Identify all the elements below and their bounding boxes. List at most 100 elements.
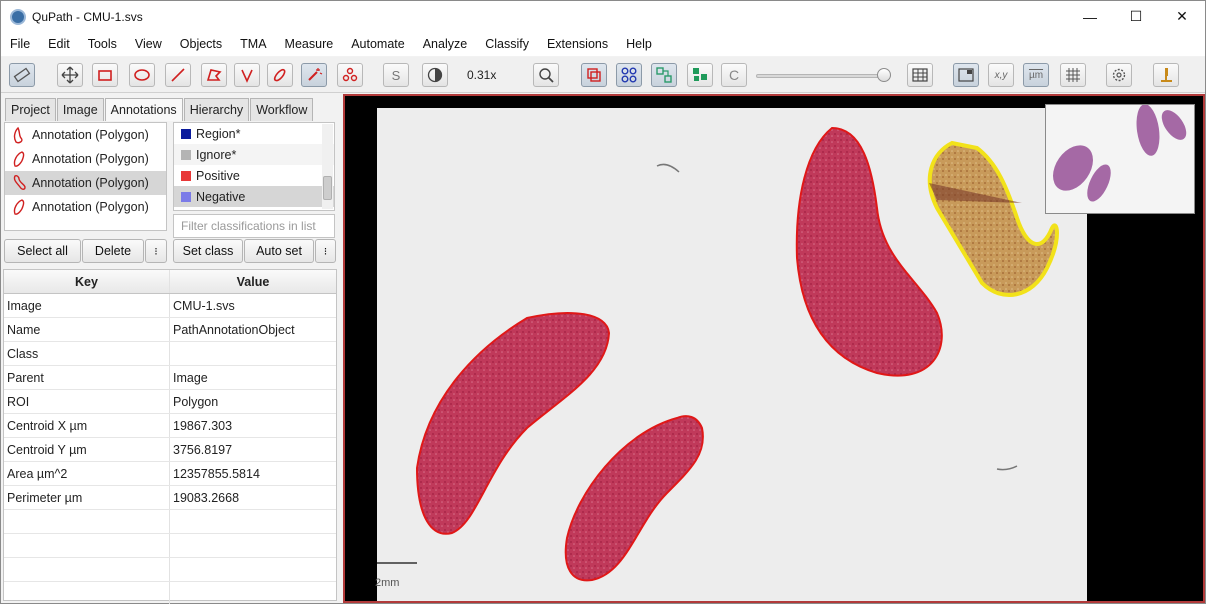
polyline-tool-button[interactable] [234,63,260,87]
set-class-button[interactable]: Set class [173,239,243,263]
menu-help[interactable]: Help [626,37,652,51]
analysis-pane: Project Image Annotations Hierarchy Work… [1,94,339,604]
minimize-button[interactable]: — [1067,1,1113,32]
window-title: QuPath - CMU-1.svs [32,9,143,24]
slide-image[interactable] [377,108,1087,601]
menu-measure[interactable]: Measure [285,37,334,51]
show-detections-button[interactable] [651,63,677,87]
auto-set-button[interactable]: Auto set [244,239,314,263]
value-column-header[interactable]: Value [170,270,336,293]
overview-thumbnail[interactable] [1045,104,1195,214]
annotation-list-item[interactable]: Annotation (Polygon) [5,195,166,219]
tab-project[interactable]: Project [5,98,56,121]
menu-analyze[interactable]: Analyze [423,37,467,51]
scrollbar-thumb[interactable] [323,176,332,200]
annotation-polygon[interactable] [564,415,704,582]
key-column-header[interactable]: Key [4,270,170,293]
value-cell: 12357855.5814 [173,466,260,481]
move-tool-button[interactable] [57,63,83,87]
value-cell: 19083.2668 [173,490,240,505]
zoom-to-fit-button[interactable] [533,63,559,87]
polygon-annotation-icon [13,199,25,215]
show-connections-button[interactable]: C [721,63,747,87]
class-item-negative[interactable]: Negative [174,186,334,207]
slide-debris [996,465,1018,471]
menu-file[interactable]: File [10,37,30,51]
class-item-region[interactable]: Region* [174,123,334,144]
menu-extensions[interactable]: Extensions [547,37,608,51]
selection-mode-button[interactable]: S [383,63,409,87]
line-tool-button[interactable] [165,63,191,87]
table-icon [912,68,928,82]
tab-annotations[interactable]: Annotations [104,98,183,121]
tab-hierarchy[interactable]: Hierarchy [183,98,250,121]
value-cell [170,342,336,365]
show-grid-button[interactable] [1060,63,1086,87]
menu-classify[interactable]: Classify [485,37,529,51]
qupath-app-icon [10,8,26,25]
wand-tool-button[interactable] [301,63,327,87]
show-overview-button[interactable] [953,63,979,87]
menu-tools[interactable]: Tools [88,37,117,51]
delete-button[interactable]: Delete [82,239,144,263]
opacity-slider-handle[interactable] [877,68,891,82]
annotation-list-item[interactable]: Annotation (Polygon) [5,147,166,171]
empty-cell [170,534,336,557]
menu-automate[interactable]: Automate [351,37,405,51]
fill-detections-button[interactable] [687,63,713,87]
menu-bar: File Edit Tools View Objects TMA Measure… [1,32,1205,56]
annotation-polygon[interactable] [415,312,611,535]
show-annotations-button[interactable] [581,63,607,87]
annotation-list-item[interactable]: Annotation (Polygon) [5,123,166,147]
brush-tool-button[interactable] [267,63,293,87]
menu-edit[interactable]: Edit [48,37,70,51]
annotation-list-item-selected[interactable]: Annotation (Polygon) [5,171,166,195]
tab-workflow[interactable]: Workflow [250,98,314,121]
log-button[interactable] [1153,63,1179,87]
measurement-table-button[interactable] [907,63,933,87]
analysis-tabs: Project Image Annotations Hierarchy Work… [5,98,314,121]
preferences-button[interactable] [1106,63,1132,87]
classification-list: Region* Ignore* Positive Negative [173,122,335,211]
tab-image[interactable]: Image [56,98,104,121]
annotation-label: Annotation (Polygon) [32,176,149,190]
select-all-button[interactable]: Select all [4,239,81,263]
rectangle-icon [98,70,112,81]
maximize-button[interactable]: ☐ [1113,1,1159,32]
ellipse-tool-button[interactable] [129,63,155,87]
close-button[interactable]: ✕ [1159,1,1205,32]
class-item-ignore[interactable]: Ignore* [174,144,334,165]
brightness-contrast-button[interactable] [422,63,448,87]
filter-classifications-input[interactable]: Filter classifications in list [173,214,335,238]
menu-objects[interactable]: Objects [180,37,222,51]
class-list-scrollbar[interactable] [322,124,333,209]
grid-icon [1066,68,1080,82]
empty-cell [170,510,336,533]
image-viewer[interactable]: 2mm [343,94,1205,603]
class-more-button[interactable]: ⁝ [315,239,336,263]
table-row-empty [4,534,336,558]
show-scalebar-button[interactable]: µm [1023,63,1049,87]
polygon-tool-button[interactable] [201,63,227,87]
key-cell: Name [4,318,170,341]
selected-annotation-polygon[interactable] [927,140,1059,297]
annotation-more-button[interactable]: ⁝ [145,239,167,263]
annotation-polygon[interactable] [795,126,943,377]
show-location-button[interactable]: x,y [988,63,1014,87]
polygon-annotation-icon [13,175,26,190]
empty-cell [4,558,170,581]
opacity-slider[interactable] [756,74,888,78]
table-row: Parent Image [4,366,336,390]
empty-cell [4,510,170,533]
menu-tma[interactable]: TMA [240,37,266,51]
show-tma-grid-button[interactable] [616,63,642,87]
class-item-positive[interactable]: Positive [174,165,334,186]
menu-view[interactable]: View [135,37,162,51]
tma-grid-icon [621,67,637,83]
points-tool-button[interactable] [337,63,363,87]
slide-debris [656,163,680,173]
rectangle-tool-button[interactable] [92,63,118,87]
contrast-icon [427,67,443,83]
empty-cell [170,582,336,604]
toggle-analysis-pane-button[interactable] [9,63,35,87]
